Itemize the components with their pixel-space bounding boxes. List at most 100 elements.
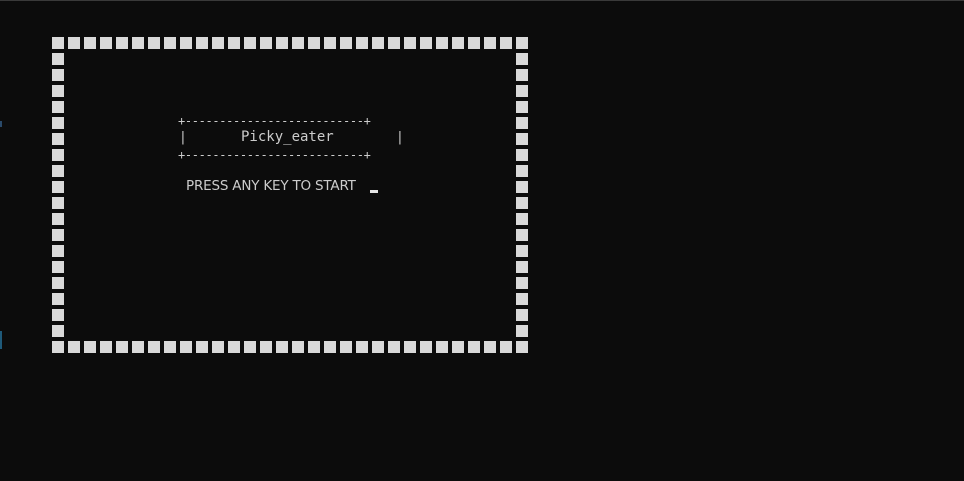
border-block <box>132 37 144 49</box>
border-block <box>148 341 160 353</box>
border-block <box>52 309 64 321</box>
border-block <box>516 197 528 209</box>
border-block <box>228 37 240 49</box>
border-block <box>404 341 416 353</box>
border-block <box>516 245 528 257</box>
border-block <box>228 341 240 353</box>
border-block <box>516 341 528 353</box>
border-block <box>52 213 64 225</box>
border-block <box>148 37 160 49</box>
border-block <box>516 37 528 49</box>
border-block <box>324 341 336 353</box>
border-block <box>180 341 192 353</box>
border-block <box>308 341 320 353</box>
text-cursor <box>370 190 378 193</box>
border-block <box>52 165 64 177</box>
border-block <box>420 341 432 353</box>
border-block <box>516 181 528 193</box>
border-block <box>260 37 272 49</box>
border-block <box>516 85 528 97</box>
border-block <box>52 149 64 161</box>
border-block <box>52 117 64 129</box>
border-block <box>516 309 528 321</box>
border-block <box>324 37 336 49</box>
border-block <box>196 341 208 353</box>
border-block <box>244 341 256 353</box>
border-block <box>484 37 496 49</box>
title-box-bottom: +--------------------------+ <box>178 148 371 162</box>
border-block <box>52 325 64 337</box>
console-window[interactable]: +--------------------------+ | | Picky_e… <box>0 0 964 481</box>
border-block <box>516 101 528 113</box>
border-block <box>452 341 464 353</box>
border-block <box>468 341 480 353</box>
border-block <box>308 37 320 49</box>
border-block <box>516 149 528 161</box>
border-block <box>388 341 400 353</box>
border-block <box>164 37 176 49</box>
border-block <box>164 341 176 353</box>
border-block <box>52 37 64 49</box>
border-block <box>196 37 208 49</box>
border-block <box>516 53 528 65</box>
border-block <box>516 69 528 81</box>
border-block <box>340 37 352 49</box>
start-prompt: PRESS ANY KEY TO START <box>186 178 356 194</box>
border-block <box>52 277 64 289</box>
border-block <box>516 165 528 177</box>
title-box-right: | <box>396 130 404 145</box>
border-block <box>516 293 528 305</box>
border-block <box>340 341 352 353</box>
border-block <box>500 341 512 353</box>
border-block <box>500 37 512 49</box>
border-block <box>100 37 112 49</box>
border-block <box>260 341 272 353</box>
border-block <box>516 117 528 129</box>
border-block <box>356 341 368 353</box>
border-block <box>212 37 224 49</box>
border-block <box>52 53 64 65</box>
border-block <box>276 341 288 353</box>
border-block <box>276 37 288 49</box>
border-block <box>372 37 384 49</box>
border-block <box>356 37 368 49</box>
title-box-left: | <box>179 130 187 145</box>
border-block <box>68 37 80 49</box>
border-block <box>100 341 112 353</box>
window-edge-marker <box>0 121 2 127</box>
border-block <box>132 341 144 353</box>
border-block <box>116 341 128 353</box>
border-block <box>516 229 528 241</box>
border-block <box>116 37 128 49</box>
border-block <box>516 213 528 225</box>
border-block <box>84 341 96 353</box>
border-block <box>452 37 464 49</box>
title-box-top: +--------------------------+ <box>178 114 371 128</box>
border-block <box>372 341 384 353</box>
border-block <box>52 101 64 113</box>
border-block <box>68 341 80 353</box>
border-block <box>516 261 528 273</box>
border-block <box>52 85 64 97</box>
border-block <box>436 341 448 353</box>
border-block <box>52 181 64 193</box>
border-block <box>52 245 64 257</box>
border-block <box>52 229 64 241</box>
border-block <box>52 197 64 209</box>
border-block <box>292 37 304 49</box>
game-title: Picky_eater <box>241 129 334 145</box>
border-block <box>292 341 304 353</box>
border-block <box>52 293 64 305</box>
window-edge-marker <box>0 331 2 349</box>
border-block <box>420 37 432 49</box>
border-block <box>180 37 192 49</box>
border-block <box>468 37 480 49</box>
border-block <box>436 37 448 49</box>
border-block <box>52 69 64 81</box>
border-block <box>484 341 496 353</box>
border-block <box>52 261 64 273</box>
border-block <box>212 341 224 353</box>
border-block <box>52 133 64 145</box>
border-block <box>244 37 256 49</box>
border-block <box>516 277 528 289</box>
